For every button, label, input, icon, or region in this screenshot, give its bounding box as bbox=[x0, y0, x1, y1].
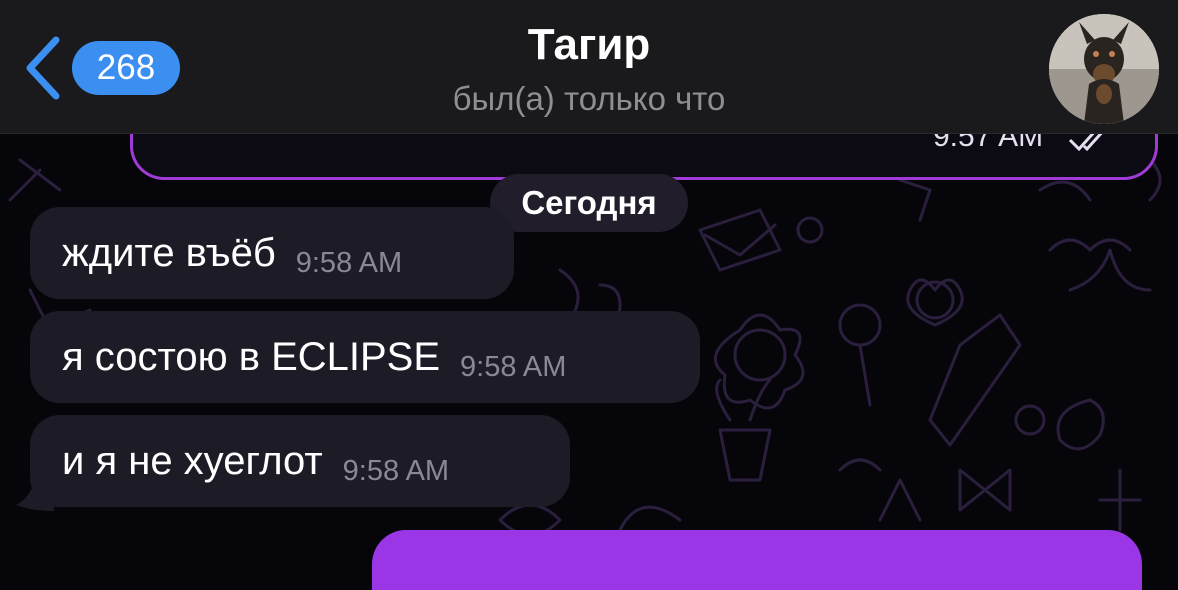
message-time: 9:58 AM bbox=[342, 454, 450, 487]
contact-name[interactable]: Тагир bbox=[0, 20, 1178, 70]
chat-header: 268 Тагир был(а) только что bbox=[0, 0, 1178, 134]
message-time: 9:58 AM bbox=[460, 350, 567, 383]
bubble-tail bbox=[16, 475, 54, 511]
incoming-message[interactable]: я состою в ECLIPSE 9:58 AM bbox=[30, 311, 700, 403]
incoming-message[interactable]: ждите въёб 9:58 AM bbox=[30, 207, 514, 299]
message-text: ждите въёб bbox=[62, 230, 276, 275]
outgoing-message-bubble[interactable] bbox=[372, 530, 1142, 590]
dog-avatar-image bbox=[1049, 14, 1159, 124]
message-text: и я не хуеглот bbox=[62, 438, 323, 483]
date-separator: Сегодня bbox=[490, 174, 688, 232]
message-time: 9:58 AM bbox=[295, 246, 403, 279]
incoming-message[interactable]: и я не хуеглот 9:58 AM bbox=[30, 415, 570, 507]
avatar[interactable] bbox=[1049, 14, 1159, 124]
contact-status: был(а) только что bbox=[452, 80, 726, 117]
message-text: я состою в ECLIPSE bbox=[62, 334, 441, 379]
